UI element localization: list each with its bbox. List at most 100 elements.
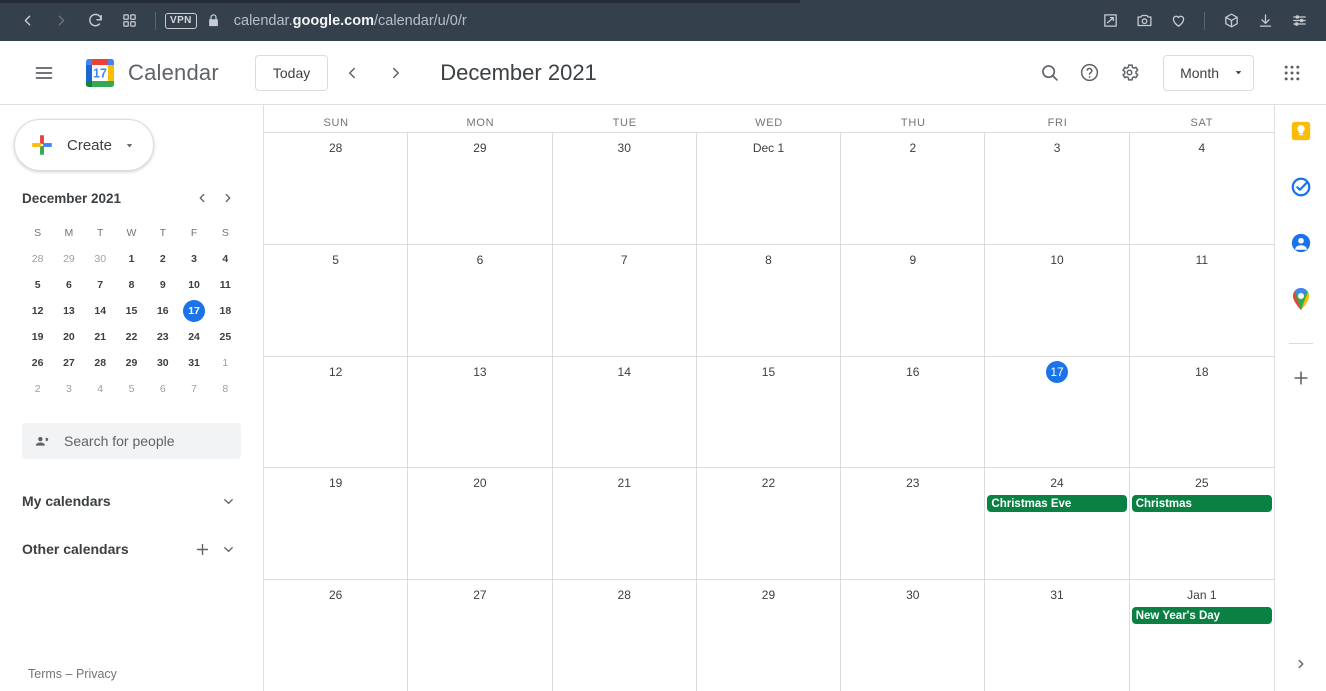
day-cell-19[interactable]: 19 (264, 468, 409, 580)
mini-day-27[interactable]: 27 (53, 351, 84, 375)
forward-arrow-icon[interactable] (44, 4, 78, 38)
day-number[interactable]: 10 (985, 249, 1128, 271)
mini-prev-month-button[interactable] (189, 185, 215, 211)
mini-day-9[interactable]: 9 (147, 273, 178, 297)
day-number[interactable]: 25 (1130, 472, 1274, 494)
mini-day-5[interactable]: 5 (116, 377, 147, 401)
mini-day-7[interactable]: 7 (85, 273, 116, 297)
day-number[interactable]: 28 (553, 584, 696, 606)
day-cell-9[interactable]: 9 (841, 244, 986, 356)
day-number[interactable]: 28 (264, 137, 407, 159)
day-number[interactable]: 6 (408, 249, 551, 271)
mini-day-28[interactable]: 28 (85, 351, 116, 375)
day-cell-dec-1[interactable]: Dec 1 (697, 133, 842, 244)
url-bar[interactable]: calendar.google.com/calendar/u/0/r (234, 13, 1093, 29)
mini-day-18[interactable]: 18 (210, 299, 241, 323)
day-number[interactable]: 31 (985, 584, 1128, 606)
day-number[interactable]: 5 (264, 249, 407, 271)
day-number[interactable]: 7 (553, 249, 696, 271)
mini-day-7[interactable]: 7 (178, 377, 209, 401)
mini-day-31[interactable]: 31 (178, 351, 209, 375)
day-cell-23[interactable]: 23 (841, 468, 986, 580)
mini-day-8[interactable]: 8 (116, 273, 147, 297)
day-cell-29[interactable]: 29 (697, 580, 842, 691)
day-number[interactable]: 2 (841, 137, 984, 159)
mini-day-30[interactable]: 30 (147, 351, 178, 375)
day-cell-28[interactable]: 28 (264, 133, 409, 244)
mini-day-16[interactable]: 16 (147, 299, 178, 323)
day-number[interactable]: 30 (553, 137, 696, 159)
view-select-month[interactable]: Month (1163, 54, 1254, 91)
day-number[interactable]: 21 (553, 472, 696, 494)
sliders-icon[interactable] (1282, 4, 1316, 38)
day-cell-16[interactable]: 16 (841, 356, 986, 468)
day-cell-18[interactable]: 18 (1130, 357, 1274, 468)
day-cell-10[interactable]: 10 (985, 244, 1130, 356)
day-number[interactable]: 3 (985, 137, 1128, 159)
chevron-right-icon[interactable] (1288, 651, 1314, 677)
mini-day-29[interactable]: 29 (116, 351, 147, 375)
reload-icon[interactable] (78, 4, 112, 38)
mini-day-3[interactable]: 3 (178, 247, 209, 271)
contacts-icon[interactable] (1289, 231, 1313, 255)
search-icon[interactable] (1029, 53, 1069, 93)
day-cell-14[interactable]: 14 (553, 356, 697, 468)
tasks-icon[interactable] (1289, 175, 1313, 199)
day-number[interactable]: 16 (841, 361, 984, 383)
day-number[interactable]: 30 (841, 584, 984, 606)
event-chip[interactable]: Christmas (1131, 495, 1272, 513)
hamburger-menu-icon[interactable] (24, 53, 64, 93)
mini-day-30[interactable]: 30 (85, 247, 116, 271)
day-number[interactable]: 4 (1130, 137, 1274, 159)
mini-day-4[interactable]: 4 (210, 247, 241, 271)
day-number[interactable]: Dec 1 (697, 137, 840, 159)
day-cell-28[interactable]: 28 (553, 580, 697, 691)
calendar-logo-icon[interactable]: 17 (82, 55, 118, 91)
mini-day-14[interactable]: 14 (85, 299, 116, 323)
back-arrow-icon[interactable] (10, 4, 44, 38)
download-icon[interactable] (1248, 4, 1282, 38)
day-cell-21[interactable]: 21 (553, 468, 697, 580)
mini-day-28[interactable]: 28 (22, 247, 53, 271)
day-cell-5[interactable]: 5 (264, 244, 409, 356)
mini-day-10[interactable]: 10 (178, 273, 209, 297)
day-number[interactable]: 12 (264, 361, 407, 383)
add-icon[interactable] (1289, 366, 1313, 390)
mini-day-12[interactable]: 12 (22, 299, 53, 323)
create-button[interactable]: Create (14, 119, 154, 171)
mini-day-24[interactable]: 24 (178, 325, 209, 349)
prev-month-button[interactable] (332, 53, 372, 93)
day-cell-jan-1[interactable]: Jan 1 New Year's Day (1130, 580, 1274, 691)
day-cell-12[interactable]: 12 (264, 356, 409, 468)
day-cell-31[interactable]: 31 (985, 580, 1130, 691)
day-number[interactable]: Jan 1 (1130, 584, 1274, 606)
day-cell-22[interactable]: 22 (697, 468, 842, 580)
day-number[interactable]: 8 (697, 249, 840, 271)
day-number[interactable]: 23 (841, 472, 984, 494)
day-cell-4[interactable]: 4 (1130, 133, 1274, 244)
mini-day-15[interactable]: 15 (116, 299, 147, 323)
day-number[interactable]: 29 (408, 137, 551, 159)
event-chip[interactable]: New Year's Day (1131, 607, 1272, 625)
mini-day-29[interactable]: 29 (53, 247, 84, 271)
day-number[interactable]: 24 (985, 472, 1128, 494)
mini-day-8[interactable]: 8 (210, 377, 241, 401)
mini-day-20[interactable]: 20 (53, 325, 84, 349)
tab-grid-icon[interactable] (112, 4, 146, 38)
privacy-link[interactable]: Privacy (76, 667, 117, 681)
chevron-down-icon[interactable] (215, 536, 241, 562)
day-cell-30[interactable]: 30 (841, 580, 986, 691)
apps-grid-icon[interactable] (1272, 53, 1312, 93)
day-number[interactable]: 9 (841, 249, 984, 271)
cube-icon[interactable] (1214, 4, 1248, 38)
day-cell-2[interactable]: 2 (841, 133, 986, 244)
day-cell-8[interactable]: 8 (697, 244, 842, 356)
day-number[interactable]: 22 (697, 472, 840, 494)
mini-day-5[interactable]: 5 (22, 273, 53, 297)
mini-day-22[interactable]: 22 (116, 325, 147, 349)
day-cell-11[interactable]: 11 (1130, 245, 1274, 356)
maps-icon[interactable] (1289, 287, 1313, 311)
day-cell-7[interactable]: 7 (553, 244, 697, 356)
mini-day-26[interactable]: 26 (22, 351, 53, 375)
mini-day-6[interactable]: 6 (147, 377, 178, 401)
